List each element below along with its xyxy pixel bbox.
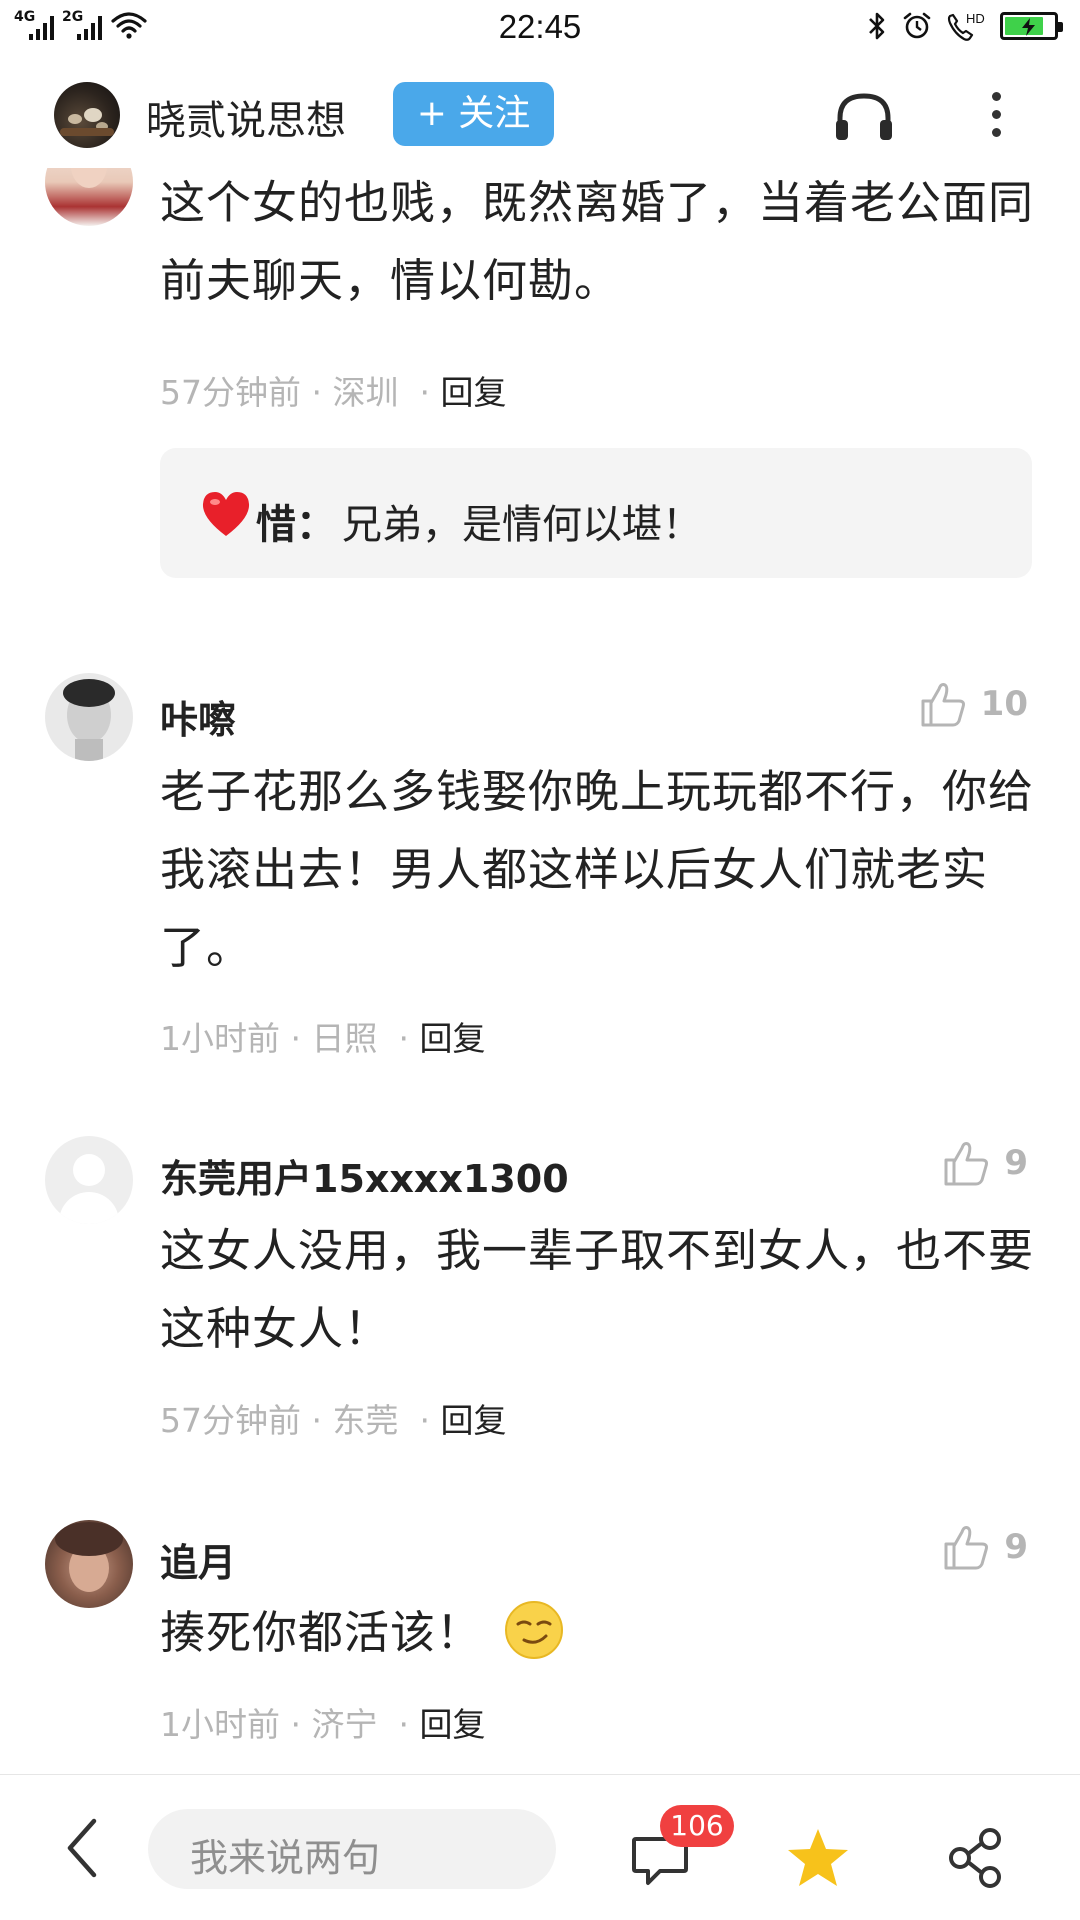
follow-button[interactable]: + 关注 — [393, 82, 554, 146]
more-icon[interactable] — [986, 88, 1006, 144]
bottom-toolbar: 我来说两句 106 — [0, 1774, 1080, 1920]
bluetooth-icon — [869, 12, 885, 40]
commenter-avatar[interactable] — [45, 168, 133, 226]
account-name[interactable]: 晓贰说思想 — [146, 88, 346, 146]
comment-location: 日照 — [311, 1019, 378, 1058]
commenter-avatar[interactable] — [45, 1136, 133, 1224]
like-count: 9 — [1004, 1527, 1028, 1567]
comment-item: 这个女的也贱，既然离婚了，当着老公面同前夫聊天，情以何勘。 57分钟前 · 深圳… — [0, 168, 1080, 678]
comment-time: 57分钟前 — [160, 1401, 301, 1440]
thumbs-up-icon — [921, 683, 965, 727]
commenter-name[interactable]: 追月 — [160, 1532, 236, 1587]
comment-item: 咔嚓 10 老子花那么多钱娶你晚上玩玩都不行，你给我滚出去！男人都这样以后女人们… — [0, 673, 1080, 1103]
alarm-icon — [903, 12, 931, 39]
commenter-name[interactable]: 东莞用户15xxxx1300 — [160, 1148, 569, 1203]
comment-input[interactable]: 我来说两句 — [148, 1809, 556, 1889]
comment-time: 57分钟前 — [160, 373, 301, 412]
comment-list: 这个女的也贱，既然离婚了，当着老公面同前夫聊天，情以何勘。 57分钟前 · 深圳… — [0, 168, 1080, 1774]
comment-time: 1小时前 — [160, 1019, 280, 1058]
comment-input-placeholder: 我来说两句 — [190, 1836, 381, 1880]
hd-call-icon: HD — [947, 11, 985, 41]
heart-icon — [202, 492, 250, 536]
like-button[interactable]: 9 — [942, 1524, 1028, 1570]
reply-link[interactable]: 回复 — [440, 1401, 506, 1440]
reply-preview[interactable]: 惜： 兄弟，是情何以堪！ — [160, 448, 1032, 578]
status-right: HD — [866, 10, 1063, 42]
like-count: 9 — [1004, 1143, 1028, 1183]
comment-text: 这个女的也贱，既然离婚了，当着老公面同前夫聊天，情以何勘。 — [160, 176, 1035, 307]
comment-location: 深圳 — [332, 373, 399, 412]
comment-item: 追月 9 揍死你都活该！ 1小时前 · 济宁 · 回复 — [0, 1520, 1080, 1774]
comment-time: 1小时前 — [160, 1705, 280, 1744]
like-count: 10 — [980, 684, 1028, 724]
star-icon[interactable] — [786, 1827, 850, 1889]
thumbs-up-icon — [944, 1142, 989, 1186]
charging-bolt-icon — [1022, 18, 1035, 36]
like-button[interactable]: 9 — [942, 1140, 1028, 1186]
back-icon[interactable] — [62, 1815, 102, 1881]
account-avatar[interactable] — [54, 82, 120, 148]
reply-link[interactable]: 回复 — [419, 1019, 485, 1058]
status-bar: 4G 2G 22:45 HD — [0, 0, 1080, 58]
comment-item: 东莞用户15xxxx1300 9 这女人没用，我一辈子取不到女人，也不要这种女人… — [0, 1136, 1080, 1496]
share-icon[interactable] — [948, 1827, 1004, 1889]
comment-meta: 57分钟前 · 深圳 · 回复 — [160, 373, 507, 412]
smirk-emoji-icon — [505, 1601, 564, 1659]
comment-text: 揍死你都活该！ — [160, 1594, 1040, 1672]
comment-meta: 57分钟前 · 东莞 · 回复 — [160, 1401, 507, 1440]
commenter-avatar[interactable] — [45, 673, 133, 761]
article-header: 晓贰说思想 + 关注 — [0, 58, 1080, 168]
comment-location: 东莞 — [332, 1401, 399, 1440]
comment-text: 老子花那么多钱娶你晚上玩玩都不行，你给我滚出去！男人都这样以后女人们就老实了。 — [160, 765, 1035, 974]
reply-author: 惜： — [256, 502, 336, 548]
battery-level — [1005, 17, 1044, 36]
reply-link[interactable]: 回复 — [440, 373, 506, 412]
commenter-avatar[interactable] — [45, 1520, 133, 1608]
reply-link[interactable]: 回复 — [419, 1705, 485, 1744]
comment-meta: 1小时前 · 济宁 · 回复 — [160, 1705, 486, 1744]
comment-count-badge: 106 — [660, 1805, 734, 1847]
like-button[interactable]: 10 — [919, 681, 1028, 727]
hd-label: HD — [966, 11, 985, 26]
comment-text-body: 揍死你都活该！ — [160, 1606, 483, 1659]
battery-icon — [1000, 12, 1063, 40]
comment-meta: 1小时前 · 日照 · 回复 — [160, 1019, 486, 1058]
thumbs-up-icon — [944, 1526, 989, 1570]
comment-location: 济宁 — [311, 1705, 378, 1744]
commenter-name[interactable]: 咔嚓 — [160, 689, 236, 744]
reply-text: 兄弟，是情何以堪！ — [342, 502, 702, 548]
headphones-icon[interactable] — [832, 90, 896, 144]
comment-text: 这女人没用，我一辈子取不到女人，也不要这种女人！ — [160, 1224, 1035, 1355]
